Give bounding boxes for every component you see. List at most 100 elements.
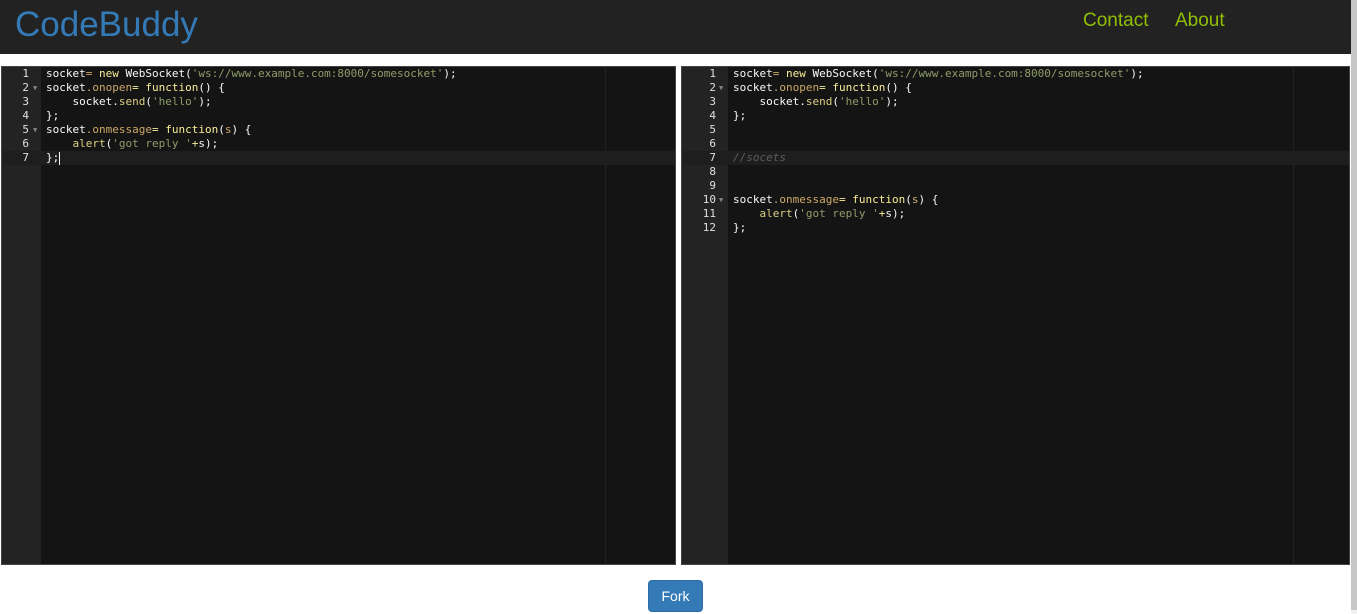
line-number: 6: [709, 137, 716, 150]
line-number: 5: [22, 123, 29, 136]
line-number: 4: [709, 109, 716, 122]
code-token: socket: [733, 67, 773, 80]
brand-logo[interactable]: CodeBuddy: [15, 5, 198, 45]
code-token: alert: [72, 137, 106, 150]
code-text: };: [733, 221, 746, 235]
code-token: 'ws://www.example.com:8000/somesocket': [878, 67, 1131, 80]
code-token: socket.: [46, 95, 119, 108]
code-text: socket= new WebSocket('ws://www.example.…: [46, 67, 457, 81]
code-token: function: [145, 81, 199, 94]
code-token: };: [46, 151, 60, 164]
code-line[interactable]: 5: [682, 123, 1349, 137]
line-number: 8: [709, 165, 716, 178]
code-token: ) {: [231, 123, 252, 136]
line-number: 2: [709, 81, 716, 94]
code-line[interactable]: 11 alert('got reply '+s);: [682, 207, 1349, 221]
code-line[interactable]: 4};: [2, 109, 675, 123]
code-token: 'got reply ': [112, 137, 192, 150]
fork-button[interactable]: Fork: [648, 580, 703, 612]
page-scrollbar[interactable]: [1351, 0, 1357, 614]
code-line[interactable]: 12};: [682, 221, 1349, 235]
nav-link-contact[interactable]: Contact: [1083, 9, 1148, 33]
code-token: =: [132, 81, 139, 94]
code-text: alert('got reply '+s);: [733, 207, 906, 221]
fold-arrow-icon[interactable]: ▼: [33, 123, 37, 137]
code-token: 'hello': [151, 95, 199, 108]
code-line[interactable]: 1 socket= new WebSocket('ws://www.example…: [682, 67, 1349, 81]
code-token: 'got reply ': [799, 207, 879, 220]
nav-link-about[interactable]: About: [1175, 9, 1225, 33]
code-token: //socets: [733, 151, 786, 164]
fold-arrow-icon[interactable]: ▼: [719, 81, 723, 95]
navbar: CodeBuddy Contact About: [0, 0, 1351, 54]
code-token: send: [805, 95, 833, 108]
code-line[interactable]: 2 ▼ socket.onopen= function() {: [2, 81, 675, 95]
code-token: function: [165, 123, 219, 136]
code-line[interactable]: 1 socket= new WebSocket('ws://www.example…: [2, 67, 675, 81]
code-token: socket: [46, 81, 86, 94]
code-text: socket= new WebSocket('ws://www.example.…: [733, 67, 1144, 81]
code-line[interactable]: 7 //socets: [682, 151, 1349, 165]
code-token: };: [733, 109, 747, 122]
code-token: (: [145, 95, 152, 108]
fold-arrow-icon[interactable]: ▼: [719, 193, 723, 207]
code-token: socket: [733, 193, 773, 206]
code-line[interactable]: 3 socket.send('hello');: [2, 95, 675, 109]
code-editor-right[interactable]: 1 socket= new WebSocket('ws://www.example…: [681, 66, 1350, 565]
code-token: =: [151, 123, 159, 136]
code-line[interactable]: 7};: [2, 151, 675, 165]
code-text: socket.send('hello');: [46, 95, 212, 109]
code-token: socket: [46, 67, 86, 80]
code-editor-left[interactable]: 1 socket= new WebSocket('ws://www.example…: [1, 66, 676, 565]
text-cursor: [59, 151, 61, 165]
code-text: socket.send('hello');: [733, 95, 898, 109]
code-line[interactable]: 4};: [682, 109, 1349, 123]
line-number: 6: [22, 137, 29, 150]
code-line[interactable]: 8: [682, 165, 1349, 179]
code-token: socket: [733, 81, 773, 94]
code-token: (: [832, 95, 839, 108]
code-token: alert: [759, 207, 793, 220]
code-text: };: [46, 151, 61, 165]
code-token: new: [99, 67, 119, 80]
code-token: socket.: [733, 95, 806, 108]
code-line[interactable]: 10 ▼ socket.onmessage= function(s) {: [682, 193, 1349, 207]
code-token: function: [832, 81, 886, 94]
code-line[interactable]: 6 alert('got reply '+s);: [2, 137, 675, 151]
code-token: );: [443, 67, 457, 80]
code-token: );: [1130, 67, 1144, 80]
line-number: 5: [709, 123, 716, 136]
code-token: new: [786, 67, 806, 80]
code-text: };: [46, 109, 59, 123]
line-number: 1: [22, 67, 29, 80]
line-number: 12: [702, 221, 716, 234]
code-token: function: [852, 193, 906, 206]
code-token: socket: [46, 123, 86, 136]
line-number: 4: [22, 109, 29, 122]
code-token: 'hello': [838, 95, 886, 108]
code-text: };: [733, 109, 746, 123]
scrollbar-thumb[interactable]: [1351, 0, 1357, 610]
code-line[interactable]: 6: [682, 137, 1349, 151]
code-token: =: [838, 193, 846, 206]
code-line[interactable]: 5 ▼ socket.onmessage= function(s) {: [2, 123, 675, 137]
code-token: ) {: [918, 193, 939, 206]
code-token: };: [733, 221, 747, 234]
code-token: );: [198, 95, 212, 108]
code-token: WebSocket(: [805, 67, 879, 80]
code-token: .onmessage: [85, 123, 152, 136]
code-line[interactable]: 9: [682, 179, 1349, 193]
code-token: (: [218, 123, 225, 136]
code-line[interactable]: 2 ▼ socket.onopen= function() {: [682, 81, 1349, 95]
code-line[interactable]: 3 socket.send('hello');: [682, 95, 1349, 109]
line-number: 10: [702, 193, 716, 206]
line-number: 3: [22, 95, 29, 108]
fold-arrow-icon[interactable]: ▼: [33, 81, 37, 95]
line-number: 2: [22, 81, 29, 94]
line-number: 9: [709, 179, 716, 192]
code-text: socket.onopen= function() {: [46, 81, 225, 95]
code-token: WebSocket(: [118, 67, 192, 80]
code-token: =: [819, 81, 826, 94]
